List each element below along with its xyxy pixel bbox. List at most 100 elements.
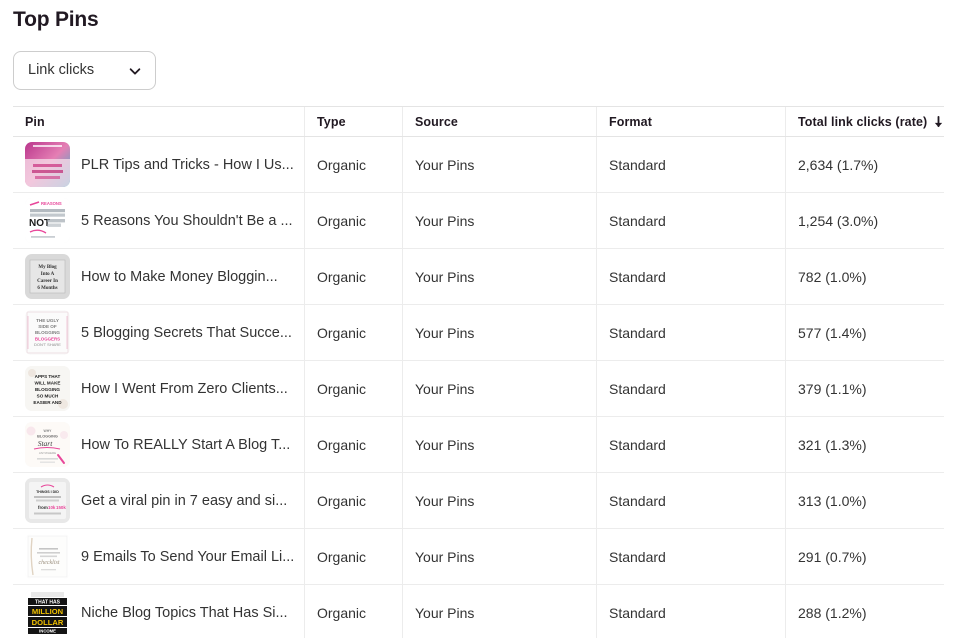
arrow-down-icon [933,115,944,128]
pin-type-cell: Organic [305,193,403,248]
pin-cell[interactable]: REASONS NOT 5 Reasons You Shouldn't Be a .… [13,193,305,248]
column-header-source[interactable]: Source [403,107,597,136]
pin-source-cell: Your Pins [403,305,597,360]
svg-text:SIDE OF: SIDE OF [38,324,57,329]
pin-cell[interactable]: PLR Tips and Tricks - How I Us... [13,137,305,192]
table-row[interactable]: APPS THAT WILL MAKE BLOGGING SO MUCH EASIER … [13,361,944,417]
column-header-total-link-clicks[interactable]: Total link clicks (rate) [786,107,944,136]
pin-source-cell: Your Pins [403,361,597,416]
svg-text:150k: 150k [56,505,66,510]
start-a-blog-thumbnail: WHY BLOGGING Start ANYWHERE [25,422,70,467]
svg-text:EASIER AND: EASIER AND [33,400,62,405]
table-header-row: Pin Type Source Format Total link clicks… [13,107,944,137]
table-row[interactable]: THAT HAS MILLION DOLLAR INCOME Niche Blog To… [13,585,944,638]
column-header-type[interactable]: Type [305,107,403,136]
nine-emails-thumbnail: checklist [25,534,70,579]
pin-type-cell: Organic [305,417,403,472]
pin-clicks-cell: 577 (1.4%) [798,324,867,341]
pin-format-cell: Standard [597,249,786,304]
svg-text:from: from [38,505,48,510]
pin-title: Get a viral pin in 7 easy and si... [81,492,288,509]
svg-text:THE UGLY: THE UGLY [36,318,59,323]
svg-text:SO MUCH: SO MUCH [37,394,59,399]
pin-cell[interactable]: THAT HAS MILLION DOLLAR INCOME Niche Blog To… [13,585,305,638]
metric-select-value: Link clicks [28,62,95,79]
column-header-format[interactable]: Format [597,107,786,136]
pin-cell[interactable]: APPS THAT WILL MAKE BLOGGING SO MUCH EASIER … [13,361,305,416]
pin-title: 5 Blogging Secrets That Succe... [81,324,292,341]
pin-cell[interactable]: checklist 9 Emails To Send Your Email Li.… [13,529,305,584]
zero-clients-thumbnail: APPS THAT WILL MAKE BLOGGING SO MUCH EASIER … [25,366,70,411]
table-row[interactable]: THE UGLY SIDE OF BLOGGING BLOGGERS DON'T SHA… [13,305,944,361]
pin-format-cell: Standard [597,305,786,360]
pin-type-cell: Organic [305,249,403,304]
pin-cell[interactable]: WHY BLOGGING Start ANYWHERE How To REALLY St… [13,417,305,472]
svg-text:BLOGGERS: BLOGGERS [35,337,60,342]
pin-cell[interactable]: My Blog Into A Career In 6 Months How to Mak… [13,249,305,304]
make-money-blogging-thumbnail: My Blog Into A Career In 6 Months [25,254,70,299]
svg-text:10k: 10k [48,505,56,510]
table-row[interactable]: WHY BLOGGING Start ANYWHERE How To REALLY St… [13,417,944,473]
svg-text:THAT HAS: THAT HAS [35,600,61,606]
plr-tips-thumbnail [25,142,70,187]
svg-text:Career In: Career In [37,279,58,284]
svg-text:APPS THAT: APPS THAT [35,374,61,379]
table-row[interactable]: checklist 9 Emails To Send Your Email Li.… [13,529,944,585]
svg-text:REASONS: REASONS [41,201,62,206]
pin-format-cell: Standard [597,529,786,584]
pin-format-cell: Standard [597,361,786,416]
column-header-pin[interactable]: Pin [13,107,305,136]
table-row[interactable]: REASONS NOT 5 Reasons You Shouldn't Be a .… [13,193,944,249]
svg-text:My Blog: My Blog [38,265,57,270]
column-header-total-link-clicks-label: Total link clicks (rate) [798,114,928,129]
pin-cell[interactable]: THE UGLY SIDE OF BLOGGING BLOGGERS DON'T SHA… [13,305,305,360]
svg-text:MILLION: MILLION [32,607,63,616]
pin-type-cell: Organic [305,529,403,584]
pin-title: 5 Reasons You Shouldn't Be a ... [81,212,293,229]
pin-format-cell: Standard [597,585,786,638]
pin-source-cell: Your Pins [403,585,597,638]
chevron-down-icon [128,64,142,78]
svg-text:6 Months: 6 Months [37,286,57,291]
pin-clicks-cell: 1,254 (3.0%) [798,212,879,229]
metric-select[interactable]: Link clicks [13,51,156,90]
svg-text:checklist: checklist [39,560,60,566]
niche-blog-topics-thumbnail: THAT HAS MILLION DOLLAR INCOME [25,590,70,635]
pin-clicks-cell: 782 (1.0%) [798,268,867,285]
pin-clicks-cell: 288 (1.2%) [798,604,867,621]
pin-title: How I Went From Zero Clients... [81,380,288,397]
pin-cell[interactable]: THINGS I DID from 10k 150k Get a viral pin i… [13,473,305,528]
pin-source-cell: Your Pins [403,193,597,248]
pin-title: Niche Blog Topics That Has Si... [81,604,288,621]
svg-text:THINGS I DID: THINGS I DID [36,490,59,494]
svg-text:Into A: Into A [41,272,55,277]
pin-source-cell: Your Pins [403,529,597,584]
pin-clicks-cell: 379 (1.1%) [798,380,867,397]
pin-source-cell: Your Pins [403,473,597,528]
pin-format-cell: Standard [597,417,786,472]
pin-source-cell: Your Pins [403,249,597,304]
pin-format-cell: Standard [597,193,786,248]
svg-text:DOLLAR: DOLLAR [32,618,64,627]
pin-title: 9 Emails To Send Your Email Li... [81,548,295,565]
svg-text:INCOME: INCOME [39,629,56,634]
svg-text:WHY: WHY [44,429,53,433]
viral-pin-thumbnail: THINGS I DID from 10k 150k [25,478,70,523]
pin-type-cell: Organic [305,361,403,416]
pin-type-cell: Organic [305,473,403,528]
table-row[interactable]: PLR Tips and Tricks - How I Us... Organic… [13,137,944,193]
svg-text:ANYWHERE: ANYWHERE [39,451,56,455]
pin-clicks-cell: 321 (1.3%) [798,436,867,453]
pin-clicks-cell: 291 (0.7%) [798,548,867,565]
pin-clicks-cell: 2,634 (1.7%) [798,156,879,173]
table-row[interactable]: My Blog Into A Career In 6 Months How to Mak… [13,249,944,305]
table-row[interactable]: THINGS I DID from 10k 150k Get a viral pin i… [13,473,944,529]
pin-format-cell: Standard [597,137,786,192]
pin-title: PLR Tips and Tricks - How I Us... [81,156,294,173]
pin-title: How To REALLY Start A Blog T... [81,436,291,453]
top-pins-page: Top Pins Link clicks Pin Type Source For… [0,0,957,638]
pin-type-cell: Organic [305,305,403,360]
top-pins-table: Pin Type Source Format Total link clicks… [13,106,944,638]
svg-text:WILL MAKE: WILL MAKE [35,381,61,386]
svg-text:Start: Start [38,439,54,448]
